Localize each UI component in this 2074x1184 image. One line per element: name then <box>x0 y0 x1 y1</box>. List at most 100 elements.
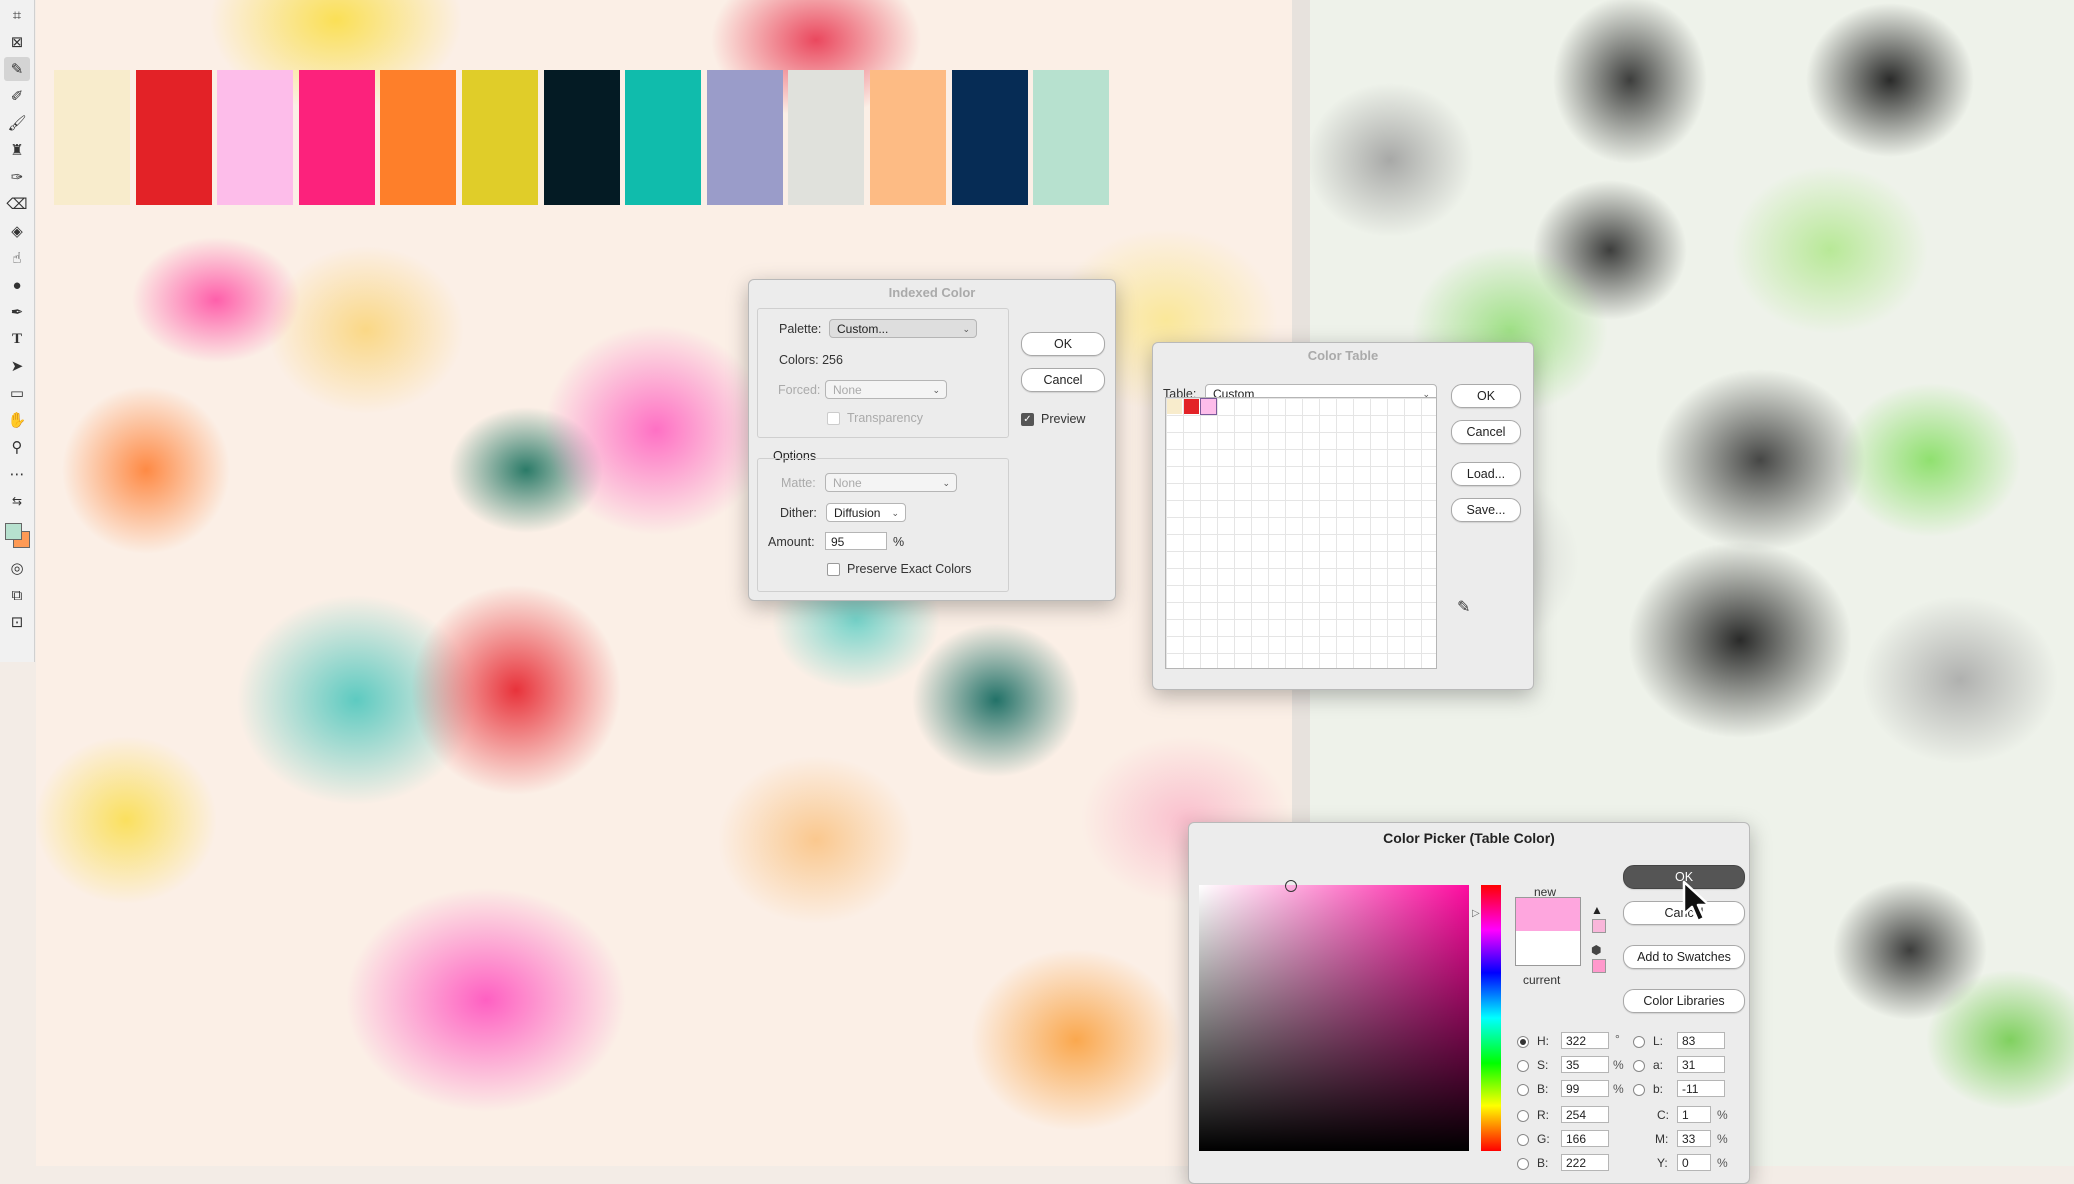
gamut-warning-icon[interactable]: ▲ <box>1591 903 1603 917</box>
palette-swatch <box>380 70 457 205</box>
rectangle-icon[interactable]: ▭ <box>4 381 30 405</box>
radio-g[interactable] <box>1517 1134 1529 1146</box>
color-table-grid[interactable] <box>1165 397 1437 669</box>
palette-swatch <box>788 70 865 205</box>
gamut-swatch[interactable] <box>1592 919 1606 933</box>
amount-label: Amount: <box>768 535 815 549</box>
current-color-preview[interactable] <box>1515 931 1581 966</box>
radio-r[interactable] <box>1517 1110 1529 1122</box>
pen-icon[interactable]: ✒ <box>4 300 30 324</box>
eraser-icon[interactable]: ⌫ <box>4 192 30 216</box>
lab-b-input[interactable]: -11 <box>1677 1080 1725 1097</box>
m-input[interactable]: 33 <box>1677 1130 1711 1147</box>
quick-mask-icon[interactable]: ◎ <box>4 556 30 580</box>
blue-label: B: <box>1537 1156 1549 1170</box>
add-to-swatches-button[interactable]: Add to Swatches <box>1623 945 1745 969</box>
color-libraries-button[interactable]: Color Libraries <box>1623 989 1745 1013</box>
select-arrow-icon[interactable]: ➤ <box>4 354 30 378</box>
c-input[interactable]: 1 <box>1677 1106 1711 1123</box>
radio-h[interactable] <box>1517 1036 1529 1048</box>
l-input[interactable]: 83 <box>1677 1032 1725 1049</box>
radio-blue[interactable] <box>1517 1158 1529 1170</box>
m-label: M: <box>1655 1132 1669 1146</box>
brush-icon[interactable]: 🖌 <box>4 111 30 135</box>
screen-mode-icon[interactable]: ⧉ <box>4 583 30 607</box>
a-input[interactable]: 31 <box>1677 1056 1725 1073</box>
h-input[interactable]: 322 <box>1561 1032 1609 1049</box>
eyedropper-icon[interactable]: ✎ <box>1457 597 1477 617</box>
artboard-icon[interactable]: ⊡ <box>4 610 30 634</box>
dodge-icon[interactable]: ● <box>4 273 30 297</box>
foreground-color-swatch[interactable] <box>5 523 22 540</box>
c-label: C: <box>1657 1108 1669 1122</box>
y-unit: % <box>1717 1156 1728 1170</box>
g-input[interactable]: 166 <box>1561 1130 1609 1147</box>
zoom-icon[interactable]: ⚲ <box>4 435 30 459</box>
table-save-button[interactable]: Save... <box>1451 498 1521 522</box>
blur-icon[interactable]: ☝ <box>4 246 30 270</box>
r-input[interactable]: 254 <box>1561 1106 1609 1123</box>
amount-input[interactable]: 95 <box>825 532 887 550</box>
stamp-icon[interactable]: ♜ <box>4 138 30 162</box>
forced-select: None ⌄ <box>825 380 947 399</box>
indexed-color-dialog: Indexed Color Palette: Custom... ⌄ Color… <box>748 279 1116 601</box>
transparency-checkbox <box>827 412 840 425</box>
swap-colors-icon[interactable]: ⇆ <box>4 489 30 513</box>
hand-icon[interactable]: ✋ <box>4 408 30 432</box>
color-field-cursor[interactable] <box>1285 880 1297 892</box>
bucket-icon[interactable]: ◈ <box>4 219 30 243</box>
eyedropper-icon[interactable]: ✎ <box>4 57 30 81</box>
color-swatches-tool[interactable] <box>3 521 31 549</box>
saturation-brightness-field[interactable] <box>1199 885 1469 1151</box>
dither-label: Dither: <box>780 506 817 520</box>
hue-slider[interactable] <box>1481 885 1501 1151</box>
palette-swatch <box>135 70 212 205</box>
c-unit: % <box>1717 1108 1728 1122</box>
blue-input[interactable]: 222 <box>1561 1154 1609 1171</box>
b-input[interactable]: 99 <box>1561 1080 1609 1097</box>
web-safe-cube-icon[interactable]: ⬢ <box>1591 943 1601 957</box>
color-picker-dialog: Color Picker (Table Color) ▷ new current… <box>1188 822 1750 1184</box>
radio-s[interactable] <box>1517 1060 1529 1072</box>
preview-label: Preview <box>1041 412 1086 426</box>
web-safe-swatch[interactable] <box>1592 959 1606 973</box>
crop-icon[interactable]: ⌗ <box>4 3 30 27</box>
more-icon[interactable]: ⋯ <box>4 462 30 486</box>
preserve-exact-colors-checkbox[interactable] <box>827 563 840 576</box>
matte-label: Matte: <box>781 476 816 490</box>
s-input[interactable]: 35 <box>1561 1056 1609 1073</box>
preview-checkbox[interactable]: ✓ <box>1021 413 1034 426</box>
palette-swatch <box>870 70 946 205</box>
palette-swatch <box>706 70 783 205</box>
swatch-strip <box>54 70 1110 205</box>
indexed-cancel-button[interactable]: Cancel <box>1021 368 1105 392</box>
table-ok-button[interactable]: OK <box>1451 384 1521 408</box>
color-table-cell[interactable] <box>1184 399 1199 414</box>
radio-l[interactable] <box>1633 1036 1645 1048</box>
type-icon[interactable]: T <box>4 327 30 351</box>
healing-brush-icon[interactable]: ✐ <box>4 84 30 108</box>
chevron-down-icon: ⌄ <box>891 508 899 518</box>
radio-lab-b[interactable] <box>1633 1084 1645 1096</box>
frame-icon[interactable]: ⊠ <box>4 30 30 54</box>
table-load-button[interactable]: Load... <box>1451 462 1521 486</box>
history-brush-icon[interactable]: ✑ <box>4 165 30 189</box>
color-table-cell[interactable] <box>1167 399 1182 414</box>
y-input[interactable]: 0 <box>1677 1154 1711 1171</box>
matte-select: None ⌄ <box>825 473 957 492</box>
chevron-down-icon: ⌄ <box>932 385 940 395</box>
y-label: Y: <box>1657 1156 1668 1170</box>
s-label: S: <box>1537 1058 1549 1072</box>
color-table-dialog: Color Table Table: Custom ⌄ OK Cancel Lo… <box>1152 342 1534 690</box>
dither-select[interactable]: Diffusion ⌄ <box>826 503 906 522</box>
chevron-down-icon: ⌄ <box>962 324 970 334</box>
table-cancel-button[interactable]: Cancel <box>1451 420 1521 444</box>
color-table-cell[interactable] <box>1200 398 1217 415</box>
palette-select[interactable]: Custom... ⌄ <box>829 319 977 338</box>
radio-a[interactable] <box>1633 1060 1645 1072</box>
radio-b[interactable] <box>1517 1084 1529 1096</box>
palette-swatch <box>951 70 1028 205</box>
palette-swatch <box>543 70 620 205</box>
new-color-preview <box>1515 897 1581 932</box>
indexed-ok-button[interactable]: OK <box>1021 332 1105 356</box>
